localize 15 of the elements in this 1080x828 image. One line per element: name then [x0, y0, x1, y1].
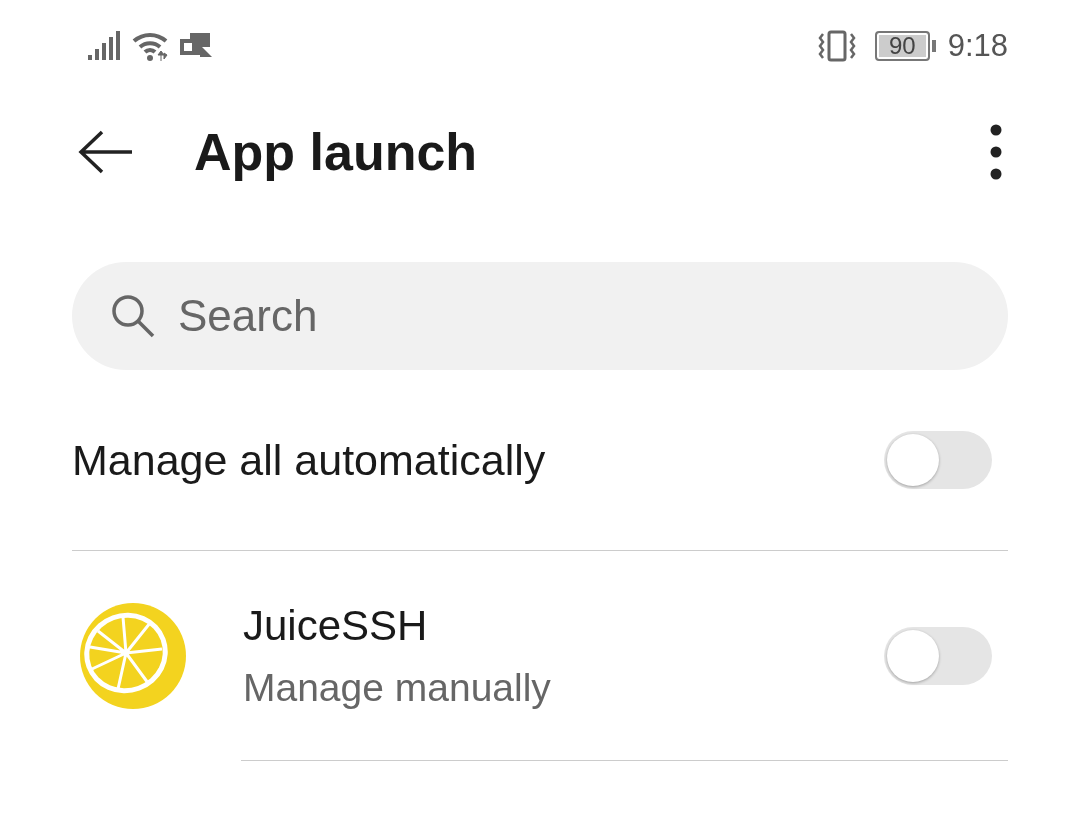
search-field[interactable]: Search — [72, 262, 1008, 370]
page-title: App launch — [194, 122, 479, 182]
setting-label: Manage all automatically — [72, 435, 546, 485]
app-status: Manage manually — [243, 666, 552, 710]
signal-icon — [88, 31, 122, 61]
more-options-icon[interactable] — [990, 124, 1002, 180]
vibrate-icon — [816, 30, 857, 62]
search-icon — [110, 293, 156, 339]
app-name: JuiceSSH — [243, 602, 429, 650]
back-arrow-icon[interactable] — [78, 130, 134, 174]
lemon-icon — [78, 601, 188, 711]
clock-time: 9:18 — [947, 28, 1008, 64]
wifi-icon — [132, 31, 170, 61]
battery-icon: 90 — [874, 31, 930, 61]
camera-icon — [180, 33, 212, 59]
